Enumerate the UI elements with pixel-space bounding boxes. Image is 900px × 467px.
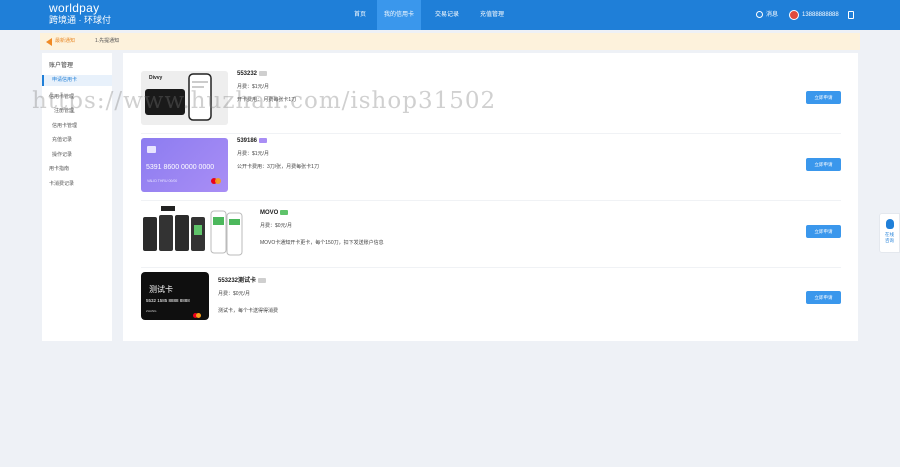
notifications-label: 消息 <box>766 12 779 18</box>
sidebar-item-spend-records[interactable]: 卡消费记录 <box>49 180 74 187</box>
sidebar-item-apply-card[interactable]: 申请信用卡 <box>42 75 112 86</box>
card-fee: 月费：$0元/月 <box>260 223 292 230</box>
divider <box>141 267 841 268</box>
notice-tag: 最新通知 <box>55 38 76 44</box>
card-item: 5391 8600 0000 0000 VALID THRU 00/00 539… <box>141 138 841 202</box>
avatar[interactable] <box>789 10 799 20</box>
user-phone[interactable]: 13888888888 <box>802 0 839 30</box>
sidebar-item-operation-log[interactable]: 操作记录 <box>52 151 72 158</box>
logo-subtitle: 跨境通 · 环球付 <box>49 15 111 25</box>
test-card-number: 5532 1585 8888 8888 <box>146 298 190 303</box>
top-navbar: worldpay 跨境通 · 环球付 首页 我的信用卡 交易记录 充值管理 消息… <box>0 0 900 30</box>
divider <box>141 133 841 134</box>
card-valid: VALID THRU 00/00 <box>147 179 178 183</box>
notifications[interactable]: 消息 <box>756 0 778 30</box>
sidebar-item-recharge-records[interactable]: 充值记录 <box>52 136 72 143</box>
apply-button[interactable]: 立即申请 <box>806 91 841 104</box>
bell-icon <box>756 10 763 18</box>
mastercard-icon-2 <box>215 178 221 184</box>
card-desc: 测试卡，每个卡送得得消费 <box>218 308 279 314</box>
card-name: 553232 <box>237 71 258 78</box>
card-item: MOVO 月费：$0元/月 MOVO卡通知开卡更卡，每个150刀，扣下发送账户信… <box>141 205 841 269</box>
sidebar-item-card-manage-2[interactable]: 信用卡管理 <box>52 122 77 129</box>
notice-bar: 最新通知 1.先提通知 <box>40 33 860 50</box>
notice-text[interactable]: 1.先提通知 <box>95 33 119 50</box>
card-number: 5391 8600 0000 0000 <box>146 164 215 171</box>
divider <box>141 200 841 201</box>
card-brand-icon <box>280 210 289 215</box>
card-name: 553232测试卡 <box>218 278 257 284</box>
card-item: 测试卡 5532 1585 8888 8888 ZHANG 553232测试卡 … <box>141 272 841 336</box>
speaker-icon <box>46 38 52 46</box>
sidebar-title: 账户管理 <box>49 63 74 69</box>
sidebar-item-card-guide[interactable]: 用卡指南 <box>49 165 69 172</box>
logout-icon[interactable] <box>848 11 854 19</box>
nav-my-cards[interactable]: 我的信用卡 <box>377 0 421 30</box>
online-chat-widget[interactable]: 在线 咨询 <box>879 213 900 253</box>
divvy-brand: Divvy <box>149 75 163 81</box>
chat-label-2: 咨询 <box>885 238 894 243</box>
watermark: https://www.huzhan.com/ishop31502 <box>32 88 497 114</box>
apply-button[interactable]: 立即申请 <box>806 158 841 171</box>
chip-icon <box>147 146 156 153</box>
card-brand-icon <box>259 138 268 143</box>
card-brand-icon <box>259 71 268 76</box>
apply-button[interactable]: 立即申请 <box>806 225 841 238</box>
card-image-539186: 5391 8600 0000 0000 VALID THRU 00/00 <box>141 138 228 192</box>
card-name: MOVO <box>260 210 279 217</box>
logo[interactable]: worldpay 跨境通 · 环球付 <box>49 2 111 26</box>
card-brand-icon <box>258 277 267 283</box>
card-name: 539186 <box>237 138 258 145</box>
nav-home[interactable]: 首页 <box>344 0 376 30</box>
card-desc: MOVO卡通知开卡更卡，每个150刀，扣下发送账户信息 <box>260 240 384 247</box>
mastercard-icon-2 <box>196 313 201 318</box>
nav-transactions[interactable]: 交易记录 <box>425 0 469 30</box>
card-fee: 月费：$1元/月 <box>237 151 269 158</box>
card-image-test: 测试卡 5532 1585 8888 8888 ZHANG <box>141 272 209 320</box>
nav-recharge[interactable]: 充值管理 <box>472 0 512 30</box>
card-fee: 月费：$0元/月 <box>218 291 250 297</box>
qq-icon <box>885 219 894 229</box>
test-card-title: 测试卡 <box>149 285 173 294</box>
card-desc: 公开卡费用：3刀/张，月费每张卡1刀 <box>237 164 319 171</box>
logo-title: worldpay <box>49 1 100 15</box>
card-image-movo <box>141 205 256 259</box>
test-card-holder: ZHANG <box>146 309 157 313</box>
apply-button[interactable]: 立即申请 <box>806 291 841 304</box>
movo-phones-illustration <box>143 206 243 256</box>
